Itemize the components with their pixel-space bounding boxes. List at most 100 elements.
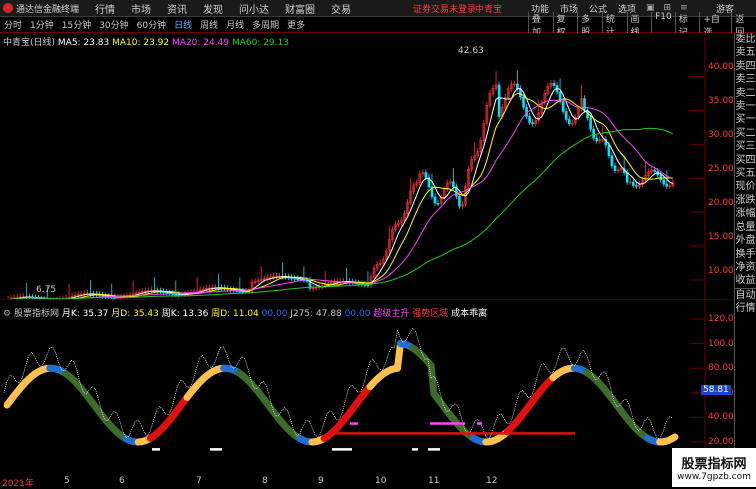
candle-body [584, 99, 586, 111]
tab-period[interactable]: 多周期 [252, 18, 279, 31]
candle-body [590, 118, 592, 129]
price-tick: 25.00 [708, 164, 734, 198]
price-axis: 40.00 35.00 30.00 25.00 20.00 15.00 10.0… [708, 62, 734, 300]
month-label: 8 [262, 476, 268, 486]
main-menu: 行情 市场 资讯 发现 问小达 财富圈 交易 [95, 1, 367, 16]
candle-body [239, 291, 241, 292]
month-d: 月D: 35.43 [111, 309, 159, 319]
candle-body [102, 295, 104, 296]
panel-item[interactable]: 收益 [735, 274, 756, 287]
panel-item[interactable]: 卖二 [735, 87, 756, 100]
panel-item[interactable]: 卖五 [735, 46, 756, 59]
candle-body [452, 182, 454, 187]
menu-item-wealth[interactable]: 财富圈 [285, 1, 315, 16]
candle-body [242, 291, 244, 292]
week-k: 周K: 13.36 [162, 309, 209, 319]
app-title: 通达信金融终端 [16, 2, 79, 15]
ma20-value: MA20: 24.49 [172, 38, 229, 48]
menu-item-ask[interactable]: 问小达 [239, 1, 269, 16]
candle-body [635, 185, 637, 186]
menu-item-quotes[interactable]: 行情 [95, 1, 115, 16]
price-tick: 40.00 [708, 62, 734, 96]
candle-body [565, 111, 567, 119]
panel-item[interactable]: 净资 [735, 261, 756, 274]
indicator-chart[interactable] [0, 299, 734, 475]
panel-item[interactable]: 现价 [735, 180, 756, 193]
tab-period[interactable]: 60分钟 [137, 18, 166, 31]
tab-period[interactable]: 更多 [287, 18, 305, 31]
menu-item-trade[interactable]: 交易 [331, 1, 351, 16]
price-tick: 35.00 [708, 96, 734, 130]
panel-item[interactable]: 外盘 [735, 234, 756, 247]
tab-period[interactable]: 周线 [200, 18, 218, 31]
login-notice[interactable]: 证券交易未登录 [413, 2, 476, 15]
panel-item[interactable]: 买三 [735, 140, 756, 153]
panel-item[interactable]: 卖一 [735, 100, 756, 113]
candle-body [614, 166, 616, 171]
price-tick: 30.00 [708, 130, 734, 164]
watermark-title: 股票指标网 [681, 453, 746, 472]
panel-item[interactable]: 卖四 [735, 60, 756, 73]
tab-period-active[interactable]: 日线 [174, 18, 192, 31]
month-label: 12 [486, 476, 497, 486]
high-price-label: 42.63 [458, 46, 484, 56]
candle-body [532, 122, 534, 123]
indicator-name: 股票指标网 [14, 309, 59, 319]
time-axis: 2021年 5 6 7 8 9 10 11 12 [0, 476, 705, 487]
panel-item[interactable]: 卖三 [735, 73, 756, 86]
candle-body [596, 138, 598, 141]
candle-body [230, 289, 232, 290]
candle-body [663, 180, 665, 184]
tab-period[interactable]: 1分钟 [30, 18, 54, 31]
year-label: 2021年 [2, 476, 34, 489]
watermark-url: www.7gpzb.com [677, 472, 751, 482]
candle-body [553, 83, 555, 85]
panel-item[interactable]: 换手 [735, 248, 756, 261]
panel-item[interactable]: 涨幅 [735, 207, 756, 220]
panel-item[interactable]: 买二 [735, 127, 756, 140]
week-d: 周D: 11.04 [211, 309, 259, 319]
month-label: 11 [428, 476, 439, 486]
candle-body [632, 182, 634, 185]
site-watermark: 股票指标网 www.7gpzb.com [672, 448, 756, 487]
ma10-value: MA10: 23.92 [112, 38, 169, 48]
value-1: 00.00 [262, 309, 288, 319]
menu-item-discover[interactable]: 发现 [203, 1, 223, 16]
panel-item[interactable]: 委比 [735, 33, 756, 46]
panel-item[interactable]: 买五 [735, 167, 756, 180]
menu-item-news[interactable]: 资讯 [167, 1, 187, 16]
tab-period[interactable]: 月线 [226, 18, 244, 31]
candle-body [458, 196, 460, 206]
stock-name: 中青宝 [475, 2, 502, 15]
panel-item[interactable]: 买四 [735, 154, 756, 167]
tab-period[interactable]: 15分钟 [62, 18, 91, 31]
candle-body [529, 116, 531, 122]
tab-period[interactable]: 分时 [4, 18, 22, 31]
app-logo-icon [3, 3, 13, 13]
tab-period[interactable]: 30分钟 [99, 18, 128, 31]
month-label: 6 [119, 476, 125, 486]
candle-body [178, 294, 180, 295]
menu-item-market[interactable]: 市场 [131, 1, 151, 16]
candle-body [523, 97, 525, 107]
candle-body [498, 85, 500, 117]
candle-body [562, 102, 564, 112]
panel-item[interactable]: 总量 [735, 221, 756, 234]
label-super-rise: 超级主升 [373, 309, 409, 319]
panel-item[interactable]: 涨跌 [735, 194, 756, 207]
candle-body [660, 175, 662, 180]
candle-body [437, 203, 439, 204]
settings-icon[interactable]: ⚙ [3, 309, 11, 319]
candle-body [434, 197, 436, 203]
candle-body [654, 170, 656, 171]
candle-body [611, 156, 613, 166]
candle-body [166, 292, 168, 293]
j-value: J275: 47.88 [290, 309, 342, 319]
candle-body [666, 184, 668, 186]
panel-item-quotes[interactable]: 行情 [735, 302, 756, 315]
candlestick-chart[interactable] [0, 33, 734, 299]
main-legend: 中青宝(日线) MA5: 23.83 MA10: 23.92 MA20: 24.… [3, 35, 289, 48]
ma5-value: MA5: 23.83 [58, 38, 109, 48]
panel-item[interactable]: 买一 [735, 113, 756, 126]
panel-item-auto[interactable]: 自动 [735, 288, 756, 302]
